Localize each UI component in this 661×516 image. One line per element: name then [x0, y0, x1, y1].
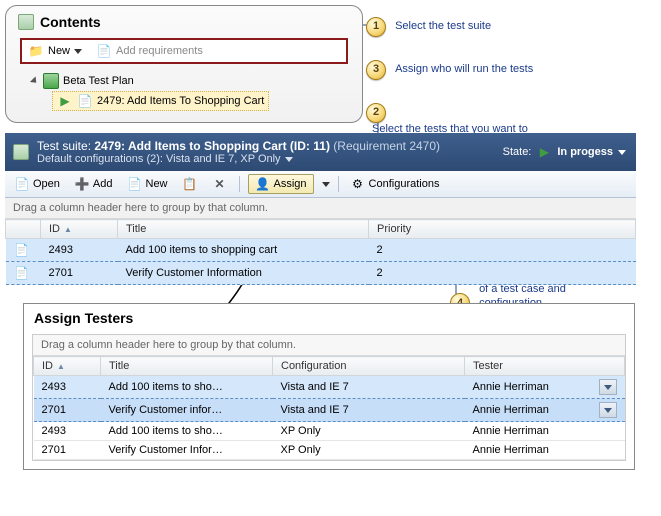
cell-tester[interactable]: Annie Herriman [465, 376, 625, 399]
assign-col-tester[interactable]: Tester [465, 357, 625, 376]
assign-grid: ID Title Configuration Tester 2493Add 10… [33, 356, 625, 460]
col-priority[interactable]: Priority [369, 220, 636, 239]
test-plan-tree: Beta Test Plan ▶ 📄 2479: Add Items To Sh… [14, 70, 354, 114]
state-dropdown-icon[interactable] [618, 150, 626, 155]
cell-id: 2493 [41, 239, 118, 262]
cell-title: Verify Customer Infor… [101, 441, 273, 460]
annotation-text-3: Assign who will run the tests [395, 63, 533, 75]
assign-col-id[interactable]: ID [34, 357, 101, 376]
cell-tester: Annie Herriman [465, 422, 625, 441]
suite-requirement: (Requirement 2470) [333, 139, 440, 153]
cell-title: Add 100 items to shopping cart [118, 239, 369, 262]
state-label: State: [503, 146, 532, 158]
annotation-bubble-3: 3 [366, 60, 386, 80]
row-icon: 📄 [14, 242, 30, 258]
add-requirements-button[interactable]: Add requirements [116, 45, 203, 57]
tree-plan-row[interactable]: Beta Test Plan [32, 72, 348, 90]
state-value[interactable]: In progess [557, 146, 613, 158]
requirement-icon: 📄 [77, 93, 93, 109]
cell-config: XP Only [273, 422, 465, 441]
suite-header-icon [13, 144, 29, 160]
annotation-bubble-2: 2 [366, 103, 386, 123]
suite-header: Test suite: 2479: Add Items to Shopping … [5, 133, 636, 171]
cell-priority: 2 [369, 262, 636, 285]
assign-dropdown-icon[interactable] [322, 182, 330, 187]
suite-prefix: Test suite: [37, 139, 94, 153]
tester-dropdown-button[interactable] [599, 379, 617, 395]
tree-suite-label: 2479: Add Items To Shopping Cart [97, 95, 264, 107]
col-marker[interactable] [6, 220, 41, 239]
table-row[interactable]: 2493Add 100 items to sho…Vista and IE 7A… [34, 376, 625, 399]
tests-grid: ID Title Priority 📄 2493 Add 100 items t… [5, 219, 636, 285]
table-row[interactable]: 2493Add 100 items to sho…XP OnlyAnnie He… [34, 422, 625, 441]
assign-dialog-title: Assign Testers [24, 304, 634, 330]
new-requirements-toolbar: 📁 New 📄 Add requirements [20, 38, 348, 64]
cell-config: Vista and IE 7 [273, 376, 465, 399]
new-folder-icon: 📁 [28, 43, 44, 59]
annotation-text-1: Select the test suite [395, 20, 491, 32]
cell-id: 2493 [34, 422, 101, 441]
table-row[interactable]: 2701Verify Customer infor…Vista and IE 7… [34, 399, 625, 422]
tree-plan-label: Beta Test Plan [63, 75, 134, 87]
contents-icon [18, 14, 34, 30]
run-icon: ▶ [57, 93, 73, 109]
configurations-button[interactable]: ⚙Configurations [347, 175, 443, 193]
cell-tester[interactable]: Annie Herriman [465, 399, 625, 422]
configs-dropdown-icon[interactable] [285, 157, 293, 162]
assign-col-config[interactable]: Configuration [273, 357, 465, 376]
assign-col-title[interactable]: Title [101, 357, 273, 376]
cell-config: Vista and IE 7 [273, 399, 465, 422]
assign-button[interactable]: 👤Assign [248, 174, 314, 194]
tree-expander-icon[interactable] [30, 76, 39, 85]
cell-title: Add 100 items to sho… [101, 422, 273, 441]
cell-title: Add 100 items to sho… [101, 376, 273, 399]
copy-button[interactable]: 📋 [179, 175, 201, 193]
cell-priority: 2 [369, 239, 636, 262]
suite-configs[interactable]: Default configurations (2): Vista and IE… [37, 153, 281, 165]
table-row[interactable]: 2701Verify Customer Infor…XP OnlyAnnie H… [34, 441, 625, 460]
tree-suite-row[interactable]: ▶ 📄 2479: Add Items To Shopping Cart [52, 91, 269, 111]
suite-icon [43, 73, 59, 89]
add-req-icon: 📄 [96, 43, 112, 59]
suite-title: 2479: Add Items to Shopping Cart (ID: 11… [94, 139, 330, 153]
cell-id: 2701 [34, 399, 101, 422]
annotation-bubble-1: 1 [366, 17, 386, 37]
cell-config: XP Only [273, 441, 465, 460]
row-icon: 📄 [14, 265, 30, 281]
cell-id: 2701 [41, 262, 118, 285]
new-dropdown-caret[interactable] [74, 49, 82, 54]
col-title[interactable]: Title [118, 220, 369, 239]
table-row[interactable]: 📄 2701 Verify Customer Information 2 [6, 262, 636, 285]
tester-dropdown-button[interactable] [599, 402, 617, 418]
delete-button[interactable]: ✕ [209, 175, 231, 193]
assign-testers-dialog: Assign Testers Drag a column header here… [23, 303, 635, 470]
table-row[interactable]: 📄 2493 Add 100 items to shopping cart 2 [6, 239, 636, 262]
cell-id: 2493 [34, 376, 101, 399]
col-id[interactable]: ID [41, 220, 118, 239]
cell-title: Verify Customer Information [118, 262, 369, 285]
suite-toolbar: 📄Open ➕Add 📄New 📋 ✕ 👤Assign ⚙Configurati… [5, 171, 636, 198]
open-button[interactable]: 📄Open [11, 175, 63, 193]
cell-title: Verify Customer infor… [101, 399, 273, 422]
add-button[interactable]: ➕Add [71, 175, 116, 193]
new-button[interactable]: New [48, 45, 70, 57]
contents-panel: Contents 📁 New 📄 Add requirements Beta T… [5, 5, 363, 123]
cell-tester: Annie Herriman [465, 441, 625, 460]
cell-id: 2701 [34, 441, 101, 460]
new-test-button[interactable]: 📄New [124, 175, 171, 193]
state-icon: ▶ [536, 144, 552, 160]
assign-group-by-hint[interactable]: Drag a column header here to group by th… [33, 335, 625, 356]
contents-title: Contents [40, 14, 101, 30]
group-by-hint[interactable]: Drag a column header here to group by th… [5, 198, 636, 219]
